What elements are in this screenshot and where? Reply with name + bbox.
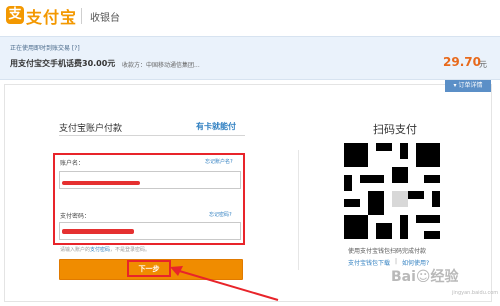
alipay-logo-icon: 支: [6, 6, 24, 24]
baidu-watermark-url: jingyan.baidu.com: [452, 290, 499, 296]
next-step-label[interactable]: 下一步: [127, 264, 171, 274]
qr-caption: 使用支付宝钱包扫码完成付款: [348, 248, 427, 255]
order-info-bar: 正在使用即时到账交易 [?] 用支付宝交手机话费30.00元 收款方：中国移动通…: [0, 36, 500, 80]
account-pay-title: 支付宝账户付款: [59, 124, 123, 134]
hint-suffix: ，不是登录密码。: [110, 247, 151, 253]
section-divider: [298, 150, 299, 270]
order-detail-toggle[interactable]: ▾ 订单详情: [445, 80, 491, 92]
order-amount: 29.70: [443, 55, 481, 69]
header-bar: 支 支付宝 收银台: [0, 0, 500, 36]
hint-prefix: 请输入账户的: [60, 247, 91, 253]
merchant-name: 收款方：中国移动通信集团...: [122, 62, 200, 69]
cashier-title: 收银台: [90, 13, 120, 24]
hint-strong: 支付密码: [90, 247, 111, 253]
wallet-download-link[interactable]: 支付宝钱包下载: [348, 258, 390, 267]
card-pay-link[interactable]: 有卡就能付: [196, 121, 236, 132]
amount-unit: 元: [479, 60, 487, 69]
qr-link-separator: |: [395, 258, 398, 265]
password-redaction: [62, 229, 134, 234]
header-divider: [81, 8, 82, 24]
arrow-shaft: [175, 269, 279, 301]
qr-center-logo: [392, 191, 408, 207]
alipay-logo-text: 支付宝: [26, 8, 78, 27]
username-label: 账户名：: [60, 160, 85, 167]
password-label: 支付密码：: [60, 213, 91, 220]
forgot-password-link[interactable]: 忘记密码?: [209, 211, 232, 218]
annotation-arrow-icon: [170, 266, 279, 301]
forgot-username-link[interactable]: 忘记账户名?: [205, 158, 233, 165]
password-hint: 请输入账户的支付密码，不是登录密码。: [60, 246, 150, 253]
baidu-watermark: Bai☺经验: [391, 269, 459, 285]
username-input[interactable]: [59, 171, 241, 189]
qr-code-icon[interactable]: [344, 143, 440, 239]
account-pay-divider: [59, 135, 245, 136]
transaction-notice[interactable]: 正在使用即时到账交易 [?]: [10, 43, 80, 52]
username-redaction: [62, 181, 140, 185]
order-title: 用支付宝交手机话费30.00元: [10, 59, 116, 68]
qr-pay-title: 扫码支付: [373, 123, 417, 136]
